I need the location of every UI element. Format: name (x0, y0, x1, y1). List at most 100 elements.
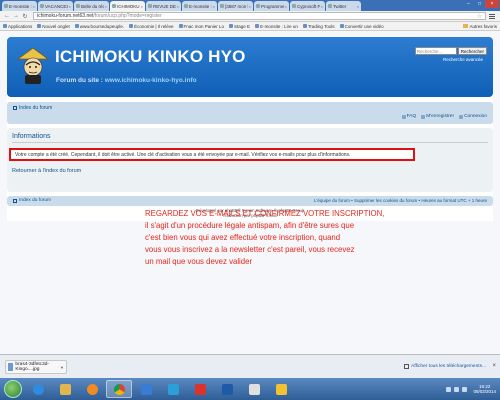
login-link[interactable]: Connexion (459, 114, 487, 119)
browser-tab[interactable]: E-monsite : Lire un× (182, 1, 217, 11)
site-url-link[interactable]: www.ichimoku-kinko-hyo.info (105, 77, 197, 84)
divider (12, 142, 488, 143)
faq-link[interactable]: FAQ (401, 114, 416, 119)
browser-tab[interactable]: [3587 mon lu× (218, 1, 253, 11)
nav-links: FAQ M'enregistrer Connexion (401, 114, 487, 119)
menu-icon[interactable] (489, 12, 497, 20)
bookmark-item[interactable]: Fnac mon Panier Lo (178, 24, 224, 29)
close-tab-icon[interactable]: × (321, 4, 323, 9)
bookmark-item[interactable]: Applications (3, 24, 32, 29)
forward-icon[interactable]: → (12, 12, 20, 20)
address-host: ichimoku-forum.net63.net (37, 13, 94, 19)
bookmark-item[interactable]: www.boursedupeuple. (74, 24, 124, 29)
bookmark-item[interactable]: Trading Tools (302, 24, 335, 29)
bookmarks-bar: Applications Nouvel onglet www.boursedup… (0, 22, 500, 31)
network-icon[interactable] (446, 386, 452, 392)
bookmark-item[interactable]: E-monsite : Lire un (255, 24, 298, 29)
minimize-icon[interactable]: – (463, 0, 474, 8)
search-input[interactable]: Recherche... (414, 47, 457, 55)
close-tab-icon[interactable]: × (33, 4, 35, 9)
folder-icon (463, 24, 469, 28)
page-icon (339, 24, 344, 28)
page-viewport: ICHIMOKU KINKO HYO Forum du site : www.i… (0, 31, 500, 354)
flag-icon[interactable] (462, 386, 468, 392)
taskbar-app[interactable] (160, 380, 186, 398)
media-player-icon (86, 383, 98, 395)
nav-bar: Index du forum FAQ M'enregistrer Connexi… (7, 102, 493, 124)
register-icon (421, 114, 426, 119)
page-icon (74, 24, 79, 28)
favicon-icon (220, 4, 224, 8)
back-icon[interactable]: ← (3, 12, 11, 20)
close-tab-icon[interactable]: × (69, 4, 71, 9)
taskbar-explorer[interactable] (52, 380, 78, 398)
bookmark-item[interactable]: Stage E (229, 24, 250, 29)
close-tab-icon[interactable]: × (285, 4, 287, 9)
start-button[interactable] (4, 380, 22, 398)
home-icon (13, 198, 17, 203)
reload-icon[interactable]: ↻ (21, 12, 29, 20)
page-icon (302, 24, 307, 28)
chevron-down-icon[interactable]: ▼ (60, 365, 64, 370)
browser-tab[interactable]: E-monsite : C× (2, 1, 37, 11)
taskbar-chrome[interactable] (106, 380, 132, 398)
site-title[interactable]: ICHIMOKU KINKO HYO (55, 47, 246, 67)
taskbar-app[interactable] (214, 380, 240, 398)
home-icon (13, 106, 17, 110)
windows-taskbar: 16:22 08/02/2014 (0, 378, 500, 400)
maximize-icon[interactable]: □ (474, 0, 485, 8)
other-bookmarks[interactable]: Autres favoris (463, 24, 497, 29)
taskbar-ie[interactable] (25, 380, 51, 398)
clock[interactable]: 16:22 08/02/2014 (473, 384, 496, 395)
close-tab-icon[interactable]: × (105, 4, 107, 9)
ie-icon (32, 383, 44, 395)
footer-index-link[interactable]: Index du forum (13, 198, 51, 203)
page-icon (37, 24, 42, 28)
bookmark-item[interactable]: Nouvel onglet (37, 24, 70, 29)
bookmark-star-icon[interactable]: ☆ (477, 13, 482, 20)
register-link[interactable]: M'enregistrer (421, 114, 454, 119)
apps-icon (3, 24, 7, 28)
browser-tab[interactable]: Programmes× (254, 1, 289, 11)
footer-links[interactable]: L'équipe du forum • Supprimer les cookie… (314, 198, 487, 203)
volume-icon[interactable] (454, 386, 460, 392)
browser-tab[interactable]: VACANCES × (38, 1, 73, 11)
download-item[interactable]: bras4-3dfetc3d-Kingo....jpg ▼ (5, 360, 67, 374)
close-tab-icon[interactable]: × (249, 4, 251, 9)
browser-tab[interactable]: Belle du récu× (74, 1, 109, 11)
close-tab-icon[interactable]: × (177, 4, 179, 9)
show-all-downloads-link[interactable]: Afficher tous les téléchargements... (404, 364, 486, 369)
page-icon (229, 24, 234, 28)
search-box: Recherche... Rechercher (414, 47, 487, 55)
close-icon[interactable]: × (492, 363, 496, 369)
taskbar-app[interactable] (133, 380, 159, 398)
close-tab-icon[interactable]: × (213, 4, 215, 9)
favicon-icon (184, 4, 188, 8)
app-icon (221, 383, 233, 395)
favicon-icon (148, 4, 152, 8)
browser-tab[interactable]: Cyprosoft Fo× (290, 1, 325, 11)
taskbar-app[interactable] (187, 380, 213, 398)
bookmark-item[interactable]: Économie | Il relève (129, 24, 174, 29)
bookmark-item[interactable]: Convertir une vidéo (339, 24, 384, 29)
taskbar-app[interactable] (241, 380, 267, 398)
close-tab-icon[interactable]: × (357, 4, 359, 9)
chrome-icon (113, 383, 125, 395)
taskbar-media[interactable] (79, 380, 105, 398)
browser-tab-active[interactable]: ICHIMOKU K× (110, 1, 145, 11)
download-icon (404, 364, 410, 369)
taskbar-app[interactable] (268, 380, 294, 398)
close-tab-icon[interactable]: × (141, 4, 143, 9)
forum-header: ICHIMOKU KINKO HYO Forum du site : www.i… (7, 37, 493, 97)
favicon-icon (256, 4, 260, 8)
browser-tab[interactable]: Twitter × (326, 1, 361, 11)
return-to-index-link[interactable]: Retourner à l'index du forum (12, 168, 81, 174)
advanced-search-link[interactable]: Recherche avancée (443, 57, 483, 62)
breadcrumb[interactable]: Index du forum (13, 105, 52, 111)
search-button[interactable]: Rechercher (457, 47, 487, 55)
help-icon (401, 114, 406, 119)
browser-tab[interactable]: REVUE DE M× (146, 1, 181, 11)
panel-title: Informations (12, 133, 51, 140)
close-window-icon[interactable]: × (485, 0, 499, 8)
address-bar[interactable]: ichimoku-forum.net63.net/forum/ucp.php?m… (33, 12, 486, 20)
